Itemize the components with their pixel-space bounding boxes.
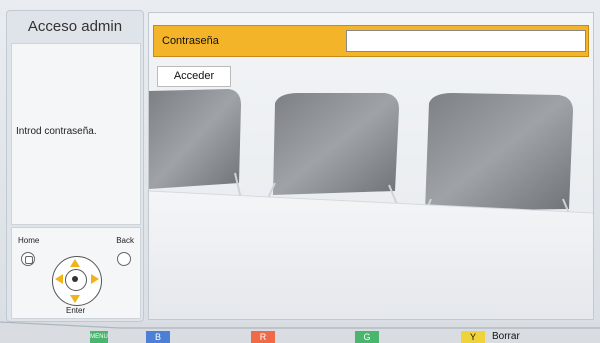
login-button[interactable]: Acceder [157, 66, 231, 87]
back-label: Back [116, 236, 134, 245]
panel-title: Acceso admin [27, 18, 123, 35]
blue-key: B [146, 331, 170, 343]
enter-icon [72, 276, 78, 282]
remote-guide: Home Back Enter [11, 227, 141, 319]
home-label: Home [18, 236, 40, 245]
back-icon [117, 252, 131, 266]
red-key: R [251, 331, 275, 343]
arrow-left-icon [55, 274, 63, 284]
yellow-key-label: Borrar [492, 331, 520, 342]
green-key: G [355, 331, 379, 343]
home-icon [21, 252, 35, 266]
left-panel: Acceso admin Introd contraseña. Home Bac… [6, 10, 144, 322]
password-label: Contraseña [162, 35, 219, 47]
arrow-down-icon [70, 295, 80, 303]
message-text: Introd contraseña. [16, 126, 97, 137]
yellow-key: Y [461, 331, 485, 343]
menu-key: MENU [90, 331, 108, 343]
screen-frame: Acceso admin Introd contraseña. Home Bac… [0, 0, 600, 343]
arrow-right-icon [91, 274, 99, 284]
main-panel: Contraseña Acceder [148, 12, 594, 320]
password-row: Contraseña [153, 25, 589, 57]
enter-label: Enter [66, 306, 86, 315]
message-box: Introd contraseña. [11, 43, 141, 225]
meeting-room-background [149, 13, 593, 319]
arrow-up-icon [70, 259, 80, 267]
password-input[interactable] [346, 30, 586, 52]
